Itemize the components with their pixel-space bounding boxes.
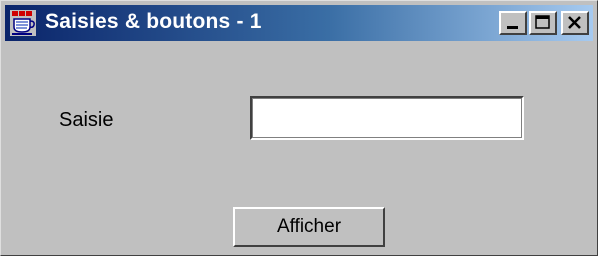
maximize-button[interactable] (529, 11, 557, 35)
close-icon (568, 16, 581, 29)
minimize-button[interactable] (499, 11, 527, 35)
java-cup-icon[interactable] (10, 10, 36, 36)
saisie-label: Saisie (59, 109, 114, 131)
saisie-input[interactable] (250, 96, 524, 140)
title-bar[interactable]: Saisies & boutons - 1 (5, 5, 593, 41)
minimize-icon (507, 26, 518, 29)
close-button[interactable] (561, 11, 589, 35)
maximize-icon (535, 15, 550, 29)
window-title: Saisies & boutons - 1 (45, 10, 262, 33)
app-window: Saisies & boutons - 1 Saisie Afficher (0, 0, 598, 256)
afficher-button[interactable]: Afficher (233, 207, 385, 247)
